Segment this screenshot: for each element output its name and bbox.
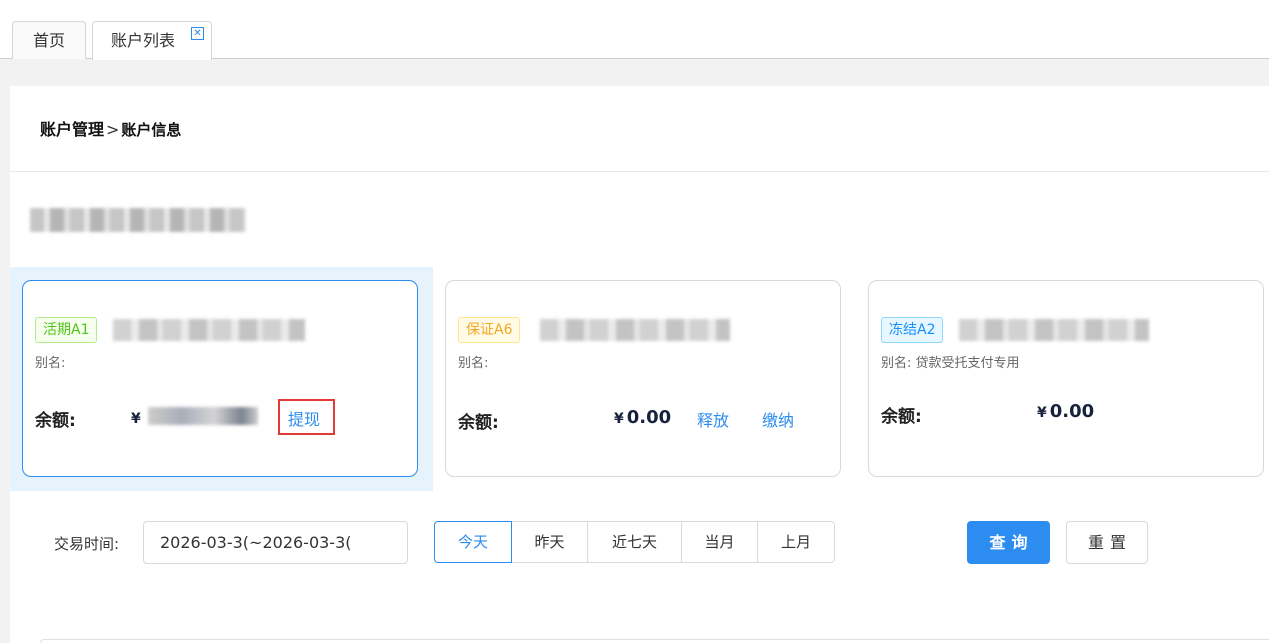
breadcrumb-parent[interactable]: 账户管理 [40, 120, 104, 139]
balance-amount: ¥0.00 [1037, 401, 1095, 422]
account-alias: 别名: [458, 356, 489, 371]
company-name-redacted [30, 208, 246, 232]
pay-button[interactable]: 缴纳 [762, 407, 794, 431]
tab-bar: 首页 账户列表 ✕ [0, 0, 1269, 60]
date-range-input[interactable]: 2026-03-3(~2026-03-3( [143, 521, 408, 564]
account-card-frozen[interactable]: 冻结A2 别名: 贷款受托支付专用 余额: ¥0.00 [868, 280, 1264, 477]
main-panel: 账户管理 > 账户信息 活期A1 别名: 余额: ¥ 提现 保证A6 别名: 余额:… [10, 86, 1269, 643]
balance-label: 余额: [458, 413, 499, 433]
balance-amount: ¥ [131, 411, 141, 427]
balance-amount-redacted [148, 407, 258, 425]
breadcrumb-separator: > [106, 120, 120, 139]
release-button[interactable]: 释放 [697, 407, 729, 431]
reset-button[interactable]: 重置 [1066, 521, 1148, 564]
breadcrumb: 账户管理 > 账户信息 [10, 86, 1269, 172]
account-alias: 别名: [35, 356, 66, 371]
tab-account-list[interactable]: 账户列表 ✕ [92, 21, 212, 60]
account-type-badge: 冻结A2 [881, 317, 944, 343]
range-last7days-button[interactable]: 近七天 [587, 521, 682, 563]
account-number-redacted [113, 319, 305, 341]
table-top-border [40, 639, 1269, 643]
withdraw-button[interactable]: 提现 [288, 406, 320, 430]
account-alias: 别名: 贷款受托支付专用 [881, 356, 1020, 371]
balance-label: 余额: [881, 407, 922, 427]
range-this-month-button[interactable]: 当月 [681, 521, 758, 563]
account-number-redacted [959, 319, 1149, 341]
transaction-time-label: 交易时间: [54, 535, 120, 553]
query-button[interactable]: 查询 [967, 521, 1050, 564]
balance-amount: ¥0.00 [614, 407, 672, 428]
range-yesterday-button[interactable]: 昨天 [511, 521, 588, 563]
tab-account-list-label: 账户列表 [111, 31, 176, 50]
breadcrumb-current: 账户信息 [121, 121, 182, 139]
account-card-current[interactable]: 活期A1 别名: 余额: ¥ 提现 [22, 280, 418, 477]
tab-home[interactable]: 首页 [12, 21, 86, 59]
quick-range-group: 今天 昨天 近七天 当月 上月 [434, 521, 835, 563]
range-today-button[interactable]: 今天 [434, 521, 512, 563]
close-icon[interactable]: ✕ [191, 27, 204, 40]
range-last-month-button[interactable]: 上月 [757, 521, 835, 563]
account-type-badge: 保证A6 [458, 317, 521, 343]
account-card-deposit[interactable]: 保证A6 别名: 余额: ¥0.00 释放 缴纳 [445, 280, 841, 477]
balance-label: 余额: [35, 411, 76, 431]
account-number-redacted [540, 319, 730, 341]
account-type-badge: 活期A1 [35, 317, 98, 343]
